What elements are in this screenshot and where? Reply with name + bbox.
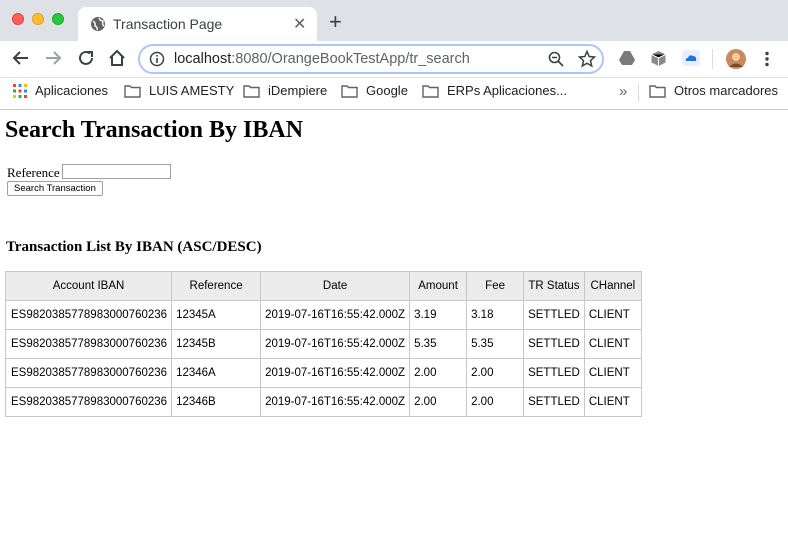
table-row: ES9820385778983000760236 12346A 2019-07-… <box>4 358 642 388</box>
cell-channel: CLIENT <box>583 300 642 330</box>
address-bar[interactable]: localhost:8080/OrangeBookTestApp/tr_sear… <box>138 44 604 74</box>
cell-fee: 5.35 <box>466 329 525 359</box>
cell-reference: 12346A <box>171 358 262 388</box>
reference-label: Reference <box>7 165 60 180</box>
url-text[interactable]: localhost:8080/OrangeBookTestApp/tr_sear… <box>174 51 470 67</box>
bookmarks-bar: Aplicaciones LUIS AMESTY iDempiere Googl… <box>0 78 788 110</box>
cloud-extension-icon[interactable] <box>682 50 700 71</box>
bookmark-idempiere[interactable]: iDempiere <box>243 83 327 98</box>
cell-tr-status: SETTLED <box>523 329 585 359</box>
globe-icon <box>90 16 106 37</box>
cell-date: 2019-07-16T16:55:42.000Z <box>260 387 411 417</box>
folder-icon <box>124 84 141 98</box>
bookmark-erps-aplicaciones[interactable]: ERPs Aplicaciones... <box>422 83 567 98</box>
reload-icon[interactable] <box>77 49 95 72</box>
reference-input[interactable] <box>62 164 171 179</box>
cell-amount: 5.35 <box>409 329 468 359</box>
column-header-account-iban: Account IBAN <box>4 271 173 301</box>
cell-fee: 2.00 <box>466 358 525 388</box>
chevron-right-double-icon[interactable]: » <box>619 83 627 100</box>
cell-tr-status: SETTLED <box>523 358 585 388</box>
cell-tr-status: SETTLED <box>523 387 585 417</box>
bookmark-label: LUIS AMESTY <box>149 83 235 98</box>
transaction-table: Account IBAN Reference Date Amount Fee T… <box>4 271 642 417</box>
bookmark-label: ERPs Aplicaciones... <box>447 83 567 98</box>
cell-account-iban: ES9820385778983000760236 <box>4 300 173 330</box>
transaction-list-heading: Transaction List By IBAN (ASC/DESC) <box>6 239 262 255</box>
browser-toolbar: localhost:8080/OrangeBookTestApp/tr_sear… <box>0 41 788 77</box>
home-icon[interactable] <box>108 49 126 72</box>
bookmark-star-icon[interactable] <box>577 49 597 73</box>
table-row: ES9820385778983000760236 12345A 2019-07-… <box>4 300 642 330</box>
folder-icon <box>422 84 439 98</box>
column-header-channel: CHannel <box>583 271 642 301</box>
back-arrow-icon[interactable] <box>12 49 30 72</box>
bookmark-label: Aplicaciones <box>35 83 108 98</box>
bookmark-label: Google <box>366 83 408 98</box>
cell-channel: CLIENT <box>583 387 642 417</box>
column-header-tr-status: TR Status <box>523 271 585 301</box>
tab-title: Transaction Page <box>113 16 223 32</box>
page-content: Search Transaction By IBAN Reference Sea… <box>0 110 788 544</box>
toolbar-separator <box>712 49 714 74</box>
more-menu-icon[interactable] <box>764 51 770 72</box>
drive-extension-icon[interactable] <box>618 50 636 71</box>
column-header-date: Date <box>260 271 411 301</box>
bookmark-aplicaciones[interactable]: Aplicaciones <box>13 83 108 98</box>
zoom-icon[interactable] <box>548 51 564 72</box>
column-header-reference: Reference <box>171 271 262 301</box>
search-transaction-button[interactable]: Search Transaction <box>7 181 103 196</box>
minimize-window-button[interactable] <box>32 13 44 25</box>
close-tab-icon[interactable]: ✕ <box>293 14 306 34</box>
column-header-fee: Fee <box>466 271 525 301</box>
cell-amount: 2.00 <box>409 358 468 388</box>
cell-reference: 12346B <box>171 387 262 417</box>
table-row: ES9820385778983000760236 12346B 2019-07-… <box>4 387 642 417</box>
folder-icon <box>649 84 666 98</box>
bookmark-label: Otros marcadores <box>674 83 779 98</box>
close-window-button[interactable] <box>12 13 24 25</box>
table-header-row: Account IBAN Reference Date Amount Fee T… <box>4 271 642 301</box>
cell-account-iban: ES9820385778983000760236 <box>4 358 173 388</box>
cell-fee: 3.18 <box>466 300 525 330</box>
apps-grid-icon <box>13 83 27 98</box>
cell-fee: 2.00 <box>466 387 525 417</box>
cell-date: 2019-07-16T16:55:42.000Z <box>260 329 411 359</box>
cell-amount: 2.00 <box>409 387 468 417</box>
maximize-window-button[interactable] <box>52 13 64 25</box>
box-extension-icon[interactable] <box>650 50 667 72</box>
new-tab-button[interactable]: + <box>329 10 342 34</box>
cell-account-iban: ES9820385778983000760236 <box>4 387 173 417</box>
bookmark-label: iDempiere <box>268 83 328 98</box>
site-info-icon[interactable] <box>149 51 165 72</box>
browser-tab[interactable]: Transaction Page ✕ <box>78 7 317 41</box>
cell-channel: CLIENT <box>583 358 642 388</box>
cell-reference: 12345B <box>171 329 262 359</box>
column-header-amount: Amount <box>409 271 468 301</box>
cell-account-iban: ES9820385778983000760236 <box>4 329 173 359</box>
cell-amount: 3.19 <box>409 300 468 330</box>
bookmarks-separator <box>638 84 648 102</box>
forward-arrow-icon[interactable] <box>44 49 62 72</box>
cell-channel: CLIENT <box>583 329 642 359</box>
browser-chrome: Transaction Page ✕ + localhost:8080/Oran… <box>0 0 788 110</box>
bookmark-google[interactable]: Google <box>341 83 408 98</box>
url-host: localhost <box>174 51 232 67</box>
bookmark-otros-marcadores[interactable]: Otros marcadores <box>649 83 778 98</box>
page-title: Search Transaction By IBAN <box>5 117 304 143</box>
folder-icon <box>243 84 260 98</box>
avatar[interactable] <box>726 49 746 74</box>
cell-tr-status: SETTLED <box>523 300 585 330</box>
bookmark-luis-amesty[interactable]: LUIS AMESTY <box>124 83 234 98</box>
folder-icon <box>341 84 358 98</box>
cell-date: 2019-07-16T16:55:42.000Z <box>260 300 411 330</box>
table-row: ES9820385778983000760236 12345B 2019-07-… <box>4 329 642 359</box>
cell-date: 2019-07-16T16:55:42.000Z <box>260 358 411 388</box>
url-path: :8080/OrangeBookTestApp/tr_search <box>231 51 470 67</box>
cell-reference: 12345A <box>171 300 262 330</box>
